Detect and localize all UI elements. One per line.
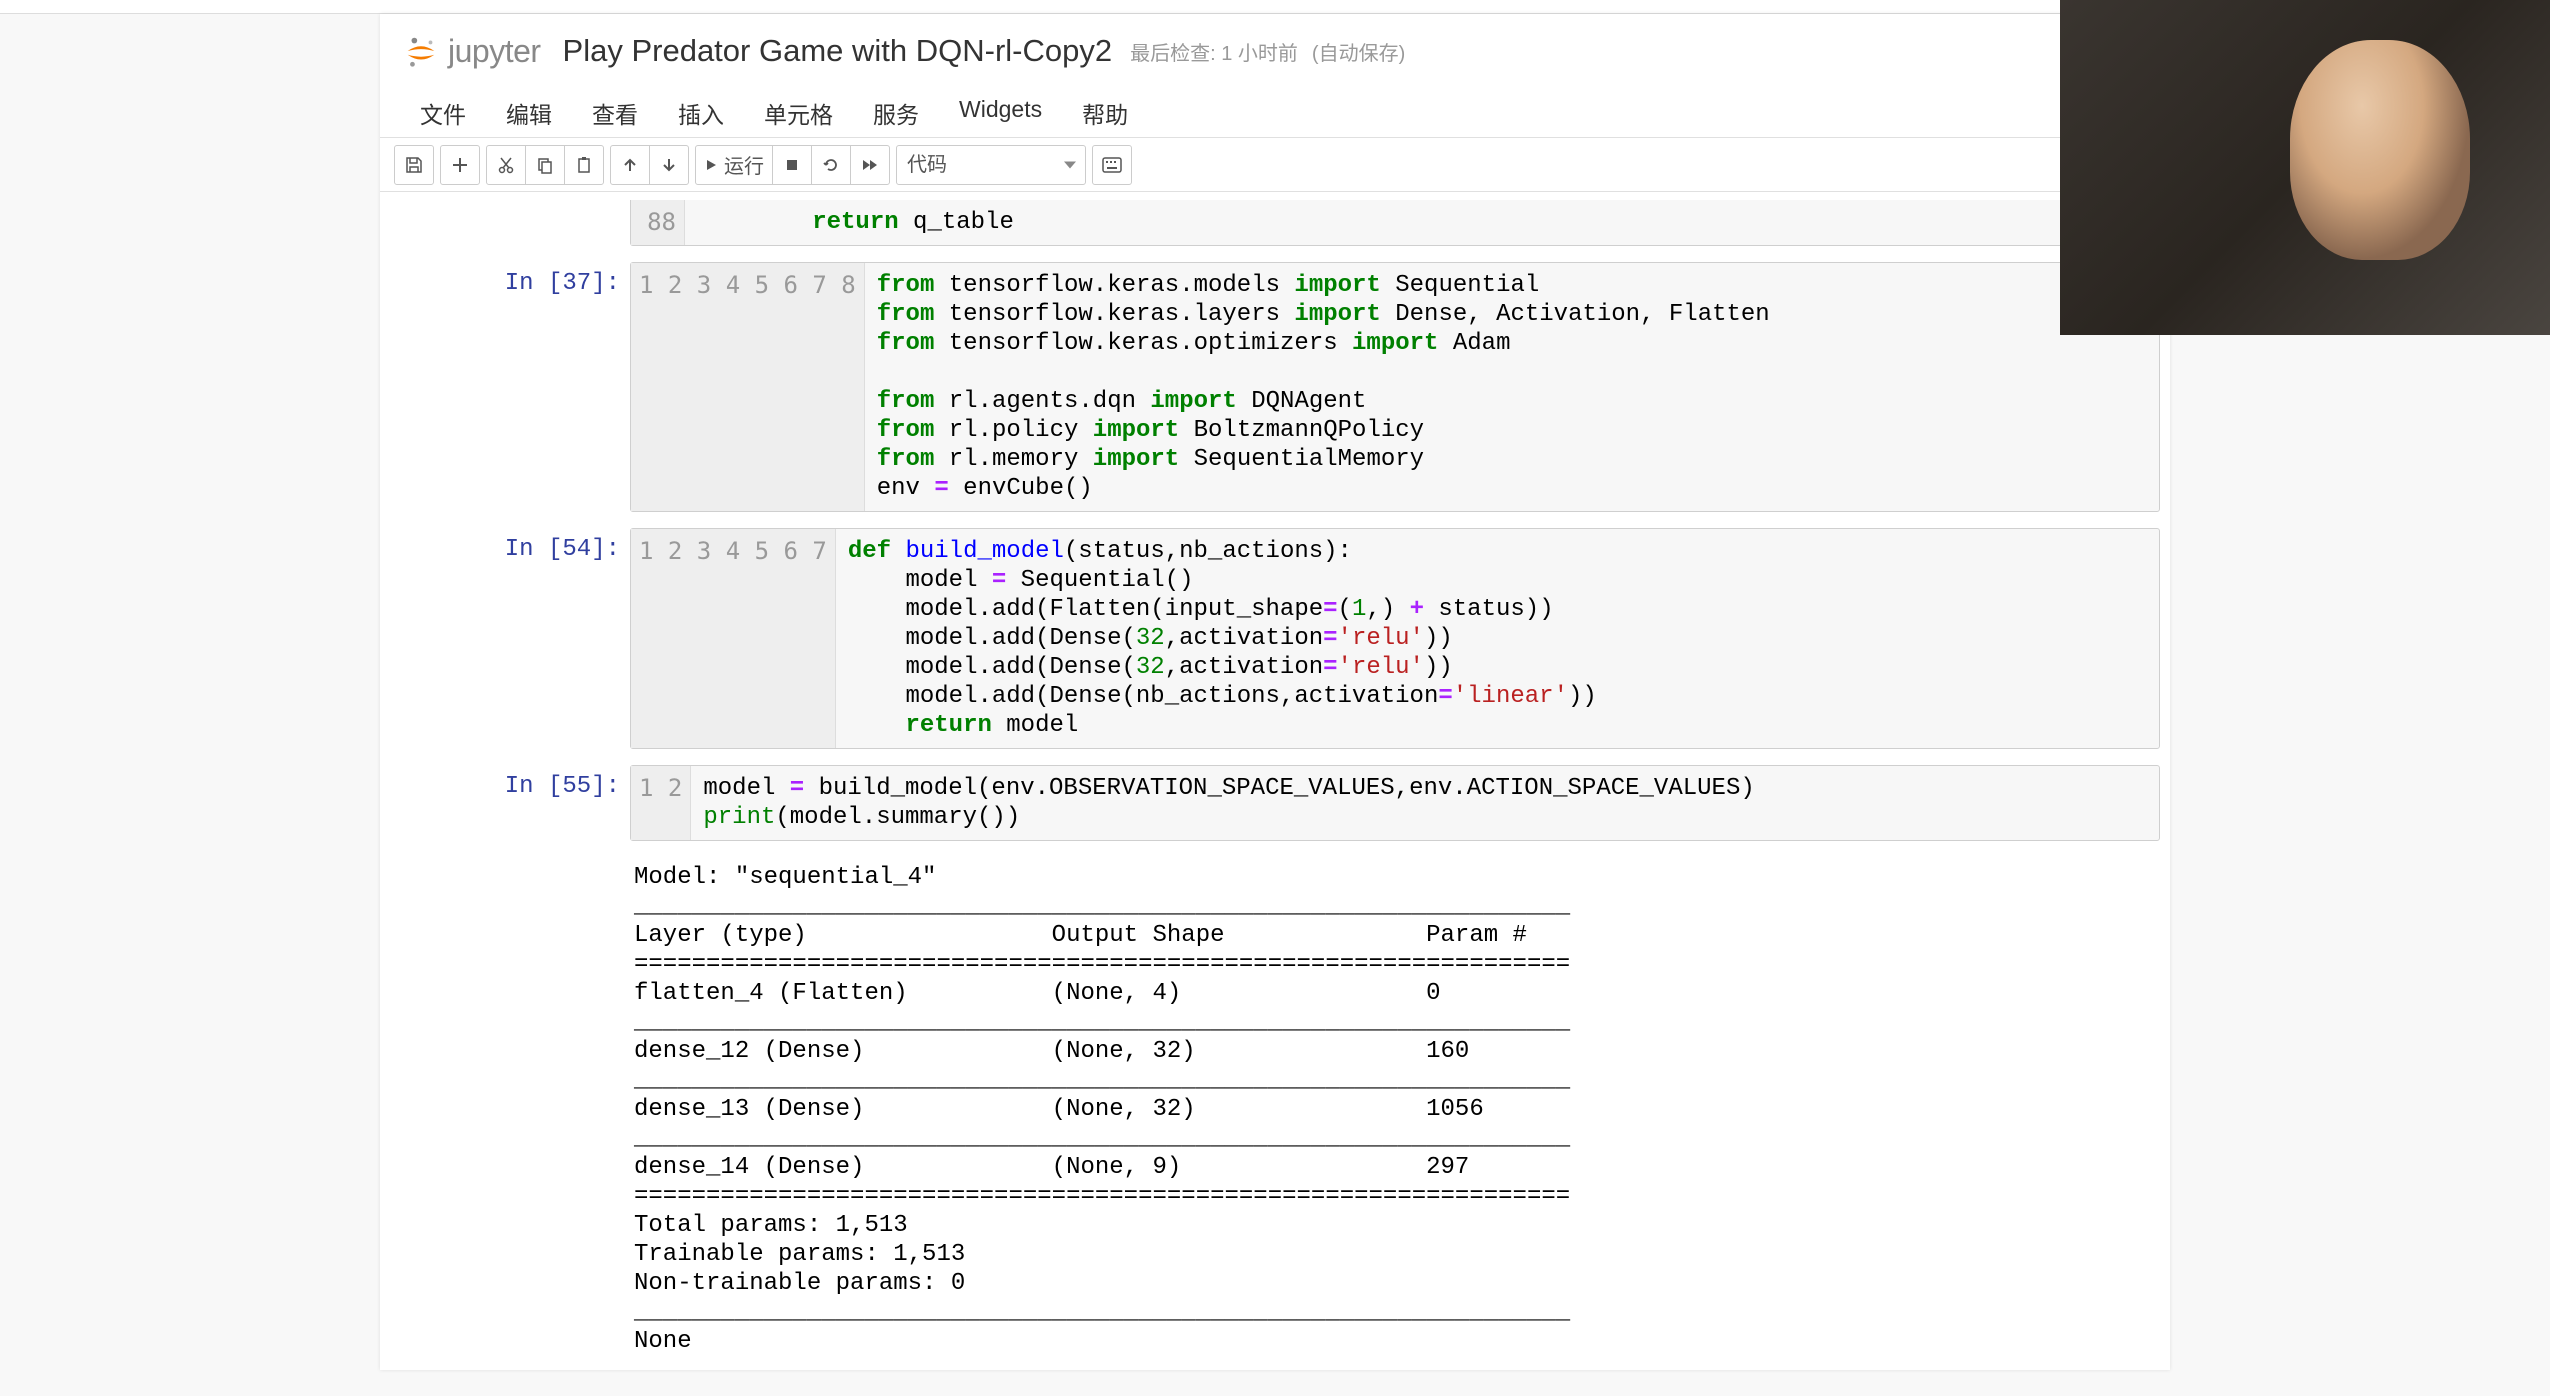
stop-icon — [785, 158, 799, 172]
code-content[interactable]: model = build_model(env.OBSERVATION_SPAC… — [691, 766, 2159, 840]
menu-view[interactable]: 查看 — [572, 84, 658, 142]
move-down-button[interactable] — [649, 145, 689, 185]
code-cell-55[interactable]: In [55]: 1 2 model = build_model(env.OBS… — [380, 757, 2170, 849]
line-gutter: 1 2 3 4 5 6 7 — [631, 529, 836, 748]
cell-type-select[interactable]: 代码 — [896, 145, 1086, 185]
jupyter-logo-icon[interactable] — [402, 32, 440, 70]
code-cell-partial[interactable]: 88 return q_table — [380, 192, 2170, 254]
notebook-title[interactable]: Play Predator Game with DQN-rl-Copy2 — [563, 33, 1113, 69]
run-label: 运行 — [724, 150, 764, 179]
fast-forward-icon — [861, 158, 879, 172]
interrupt-button[interactable] — [772, 145, 812, 185]
move-up-button[interactable] — [610, 145, 650, 185]
add-cell-button[interactable] — [440, 145, 480, 185]
save-button[interactable] — [394, 145, 434, 185]
plus-icon — [451, 156, 469, 174]
cell-prompt: In [55]: — [380, 765, 630, 841]
cell-prompt: In [54]: — [380, 528, 630, 749]
command-palette-button[interactable] — [1092, 145, 1132, 185]
checkpoint-status: 最后检查: 1 小时前 — [1130, 37, 1298, 66]
output-cell-55: Model: "sequential_4" __________________… — [380, 849, 2170, 1370]
line-gutter: 88 — [631, 200, 685, 245]
arrow-up-icon — [622, 157, 638, 173]
toolbar: 运行 代码 — [380, 138, 2170, 192]
restart-run-all-button[interactable] — [850, 145, 890, 185]
code-content[interactable]: return q_table — [685, 200, 2159, 245]
menubar: 文件 编辑 查看 插入 单元格 服务 Widgets 帮助 可信的 — [380, 88, 2170, 138]
menu-help[interactable]: 帮助 — [1062, 84, 1148, 142]
output-prompt — [380, 857, 630, 1362]
code-cell-54[interactable]: In [54]: 1 2 3 4 5 6 7 def build_model(s… — [380, 520, 2170, 757]
line-gutter: 1 2 — [631, 766, 691, 840]
code-cell-37[interactable]: In [37]: 1 2 3 4 5 6 7 8 from tensorflow… — [380, 254, 2170, 520]
notebook-cells: 88 return q_table In [37]: 1 2 3 4 5 6 7… — [380, 192, 2170, 1370]
run-button[interactable]: 运行 — [695, 145, 773, 185]
copy-button[interactable] — [525, 145, 565, 185]
line-gutter: 1 2 3 4 5 6 7 8 — [631, 263, 865, 511]
menu-insert[interactable]: 插入 — [658, 84, 744, 142]
cut-icon — [497, 156, 515, 174]
play-icon — [704, 158, 718, 172]
cut-button[interactable] — [486, 145, 526, 185]
code-content[interactable]: from tensorflow.keras.models import Sequ… — [865, 263, 2159, 511]
paste-button[interactable] — [564, 145, 604, 185]
copy-icon — [536, 156, 554, 174]
jupyter-logo-text[interactable]: jupyter — [448, 33, 541, 70]
menu-items: 文件 编辑 查看 插入 单元格 服务 Widgets 帮助 — [400, 84, 1148, 142]
menu-file[interactable]: 文件 — [400, 84, 486, 142]
autosave-status: (自动保存) — [1312, 37, 1405, 66]
cell-prompt — [380, 200, 630, 246]
webcam-overlay — [2060, 0, 2550, 335]
paste-icon — [575, 156, 593, 174]
notebook-header: jupyter Play Predator Game with DQN-rl-C… — [380, 14, 2170, 88]
arrow-down-icon — [661, 157, 677, 173]
notebook-container: jupyter Play Predator Game with DQN-rl-C… — [380, 14, 2170, 1370]
code-input[interactable]: 1 2 3 4 5 6 7 def build_model(status,nb_… — [630, 528, 2160, 749]
menu-widgets[interactable]: Widgets — [939, 84, 1062, 142]
keyboard-icon — [1102, 157, 1122, 173]
restart-button[interactable] — [811, 145, 851, 185]
code-input[interactable]: 88 return q_table — [630, 200, 2160, 246]
code-content[interactable]: def build_model(status,nb_actions): mode… — [836, 529, 2159, 748]
menu-cell[interactable]: 单元格 — [744, 84, 853, 142]
save-icon — [404, 155, 424, 175]
code-input[interactable]: 1 2 model = build_model(env.OBSERVATION_… — [630, 765, 2160, 841]
restart-icon — [822, 156, 840, 174]
menu-edit[interactable]: 编辑 — [486, 84, 572, 142]
output-text: Model: "sequential_4" __________________… — [630, 857, 2170, 1362]
code-input[interactable]: 1 2 3 4 5 6 7 8 from tensorflow.keras.mo… — [630, 262, 2160, 512]
menu-kernel[interactable]: 服务 — [853, 84, 939, 142]
cell-prompt: In [37]: — [380, 262, 630, 512]
